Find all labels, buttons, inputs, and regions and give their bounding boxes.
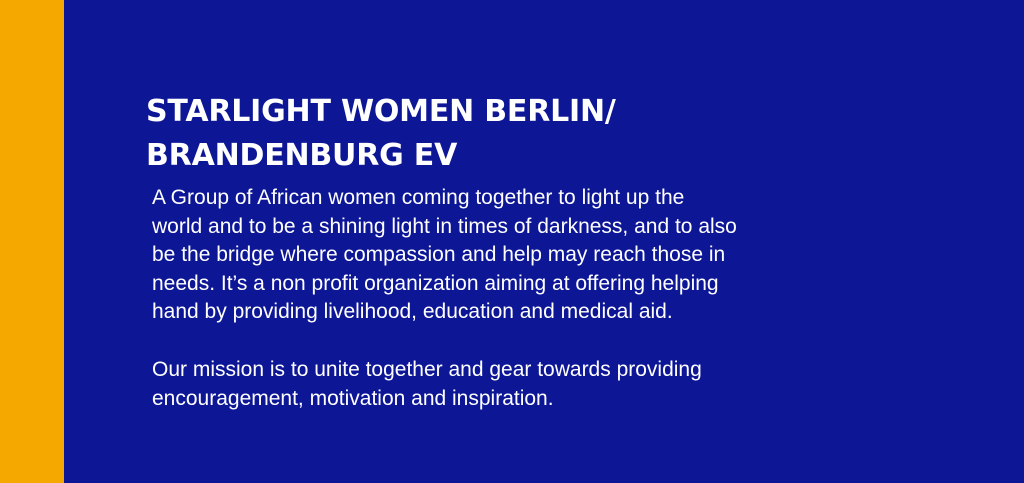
intro-line: be the bridge where compassion and help …	[152, 243, 726, 267]
intro-line: hand by providing livelihood, education …	[152, 300, 673, 324]
title-line: BRANDENBURG EV	[146, 138, 458, 173]
intro-line: needs. It’s a non profit organization ai…	[152, 271, 719, 295]
mission-line: encouragement, motivation and inspiratio…	[152, 386, 554, 410]
content-section: STARLIGHT WOMEN BERLIN/ BRANDENBURG EV A…	[146, 90, 906, 413]
mission-paragraph: Our mission is to unite together and gea…	[146, 356, 906, 413]
page-title: STARLIGHT WOMEN BERLIN/ BRANDENBURG EV	[146, 90, 906, 178]
intro-line: world and to be a shining light in times…	[152, 214, 737, 238]
accent-bar	[0, 0, 64, 483]
mission-line: Our mission is to unite together and gea…	[152, 357, 702, 381]
title-line: STARLIGHT WOMEN BERLIN/	[146, 94, 616, 129]
intro-paragraph: A Group of African women coming together…	[146, 184, 906, 327]
intro-line: A Group of African women coming together…	[152, 186, 685, 209]
